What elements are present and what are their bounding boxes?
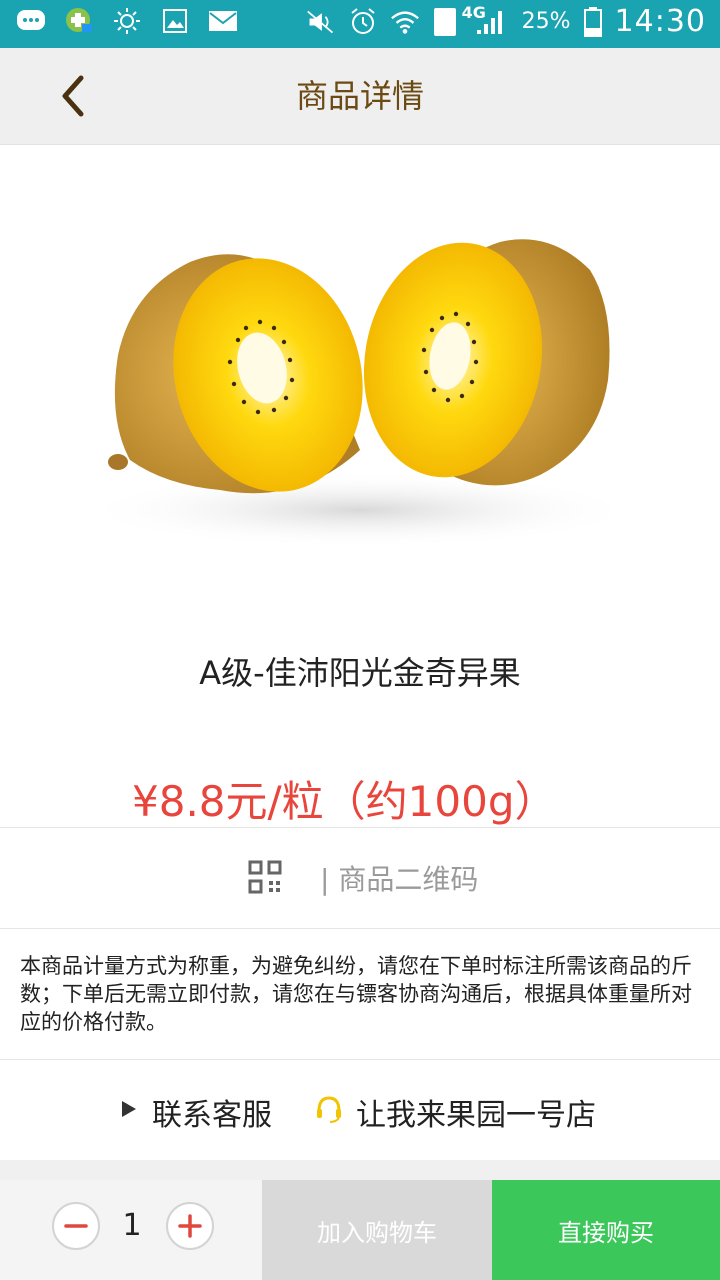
gallery-icon xyxy=(160,6,190,36)
product-name: A级-佳沛阳光金奇异果 xyxy=(199,654,521,692)
add-to-cart-button[interactable]: 加入购物车 xyxy=(262,1180,492,1280)
contact-service-link[interactable]: 联系客服 xyxy=(152,1090,272,1134)
increase-quantity-button[interactable] xyxy=(166,1202,214,1250)
signal-icon: 4G xyxy=(462,3,510,37)
app-icon xyxy=(64,6,94,36)
bottom-action-bar: 1 加入购物车 直接购买 xyxy=(0,1180,720,1280)
weighing-notice: 本商品计量方式为称重，为避免纠纷，请您在下单时标注所需该商品的斤数；下单后无需立… xyxy=(20,954,692,1034)
system-icons: 1 4G 25% 14:30 xyxy=(306,3,706,39)
mute-icon xyxy=(306,7,336,37)
decrease-quantity-button[interactable] xyxy=(52,1202,100,1250)
minus-icon xyxy=(64,1224,88,1228)
wifi-icon xyxy=(390,7,420,37)
sim-icon xyxy=(432,7,458,37)
chat-icon xyxy=(16,6,46,36)
quantity-stepper: 1 xyxy=(0,1180,262,1280)
alarm-icon xyxy=(348,7,378,37)
mail-icon xyxy=(208,6,238,36)
clock: 14:30 xyxy=(614,4,706,39)
network-type: 4G xyxy=(461,2,486,22)
sim-number: 1 xyxy=(417,6,434,34)
qr-code-icon xyxy=(248,860,282,894)
page-title: 商品详情 xyxy=(295,77,424,115)
store-name-link[interactable]: 让我来果园一号店 xyxy=(356,1090,596,1134)
plus-icon xyxy=(178,1214,202,1238)
qr-code-row[interactable]: | 商品二维码 xyxy=(0,828,720,928)
buy-now-button[interactable]: 直接购买 xyxy=(492,1180,720,1280)
battery-icon xyxy=(583,6,603,37)
battery-percent: 25% xyxy=(521,9,571,34)
product-image xyxy=(70,170,650,570)
product-price: ¥8.8元/粒（约100g） xyxy=(132,777,557,826)
header-bar: 商品详情 xyxy=(0,48,720,145)
status-bar: 1 4G 25% 14:30 xyxy=(0,0,720,48)
spacer xyxy=(0,1160,720,1180)
quantity-value[interactable]: 1 xyxy=(110,1208,154,1243)
divider xyxy=(0,928,720,929)
headset-icon xyxy=(314,1094,344,1124)
brightness-icon xyxy=(112,6,142,36)
play-icon xyxy=(122,1101,136,1117)
service-row: 联系客服 让我来果园一号店 xyxy=(0,1060,720,1160)
qr-code-label: | 商品二维码 xyxy=(320,863,479,896)
notification-icons xyxy=(16,6,238,36)
